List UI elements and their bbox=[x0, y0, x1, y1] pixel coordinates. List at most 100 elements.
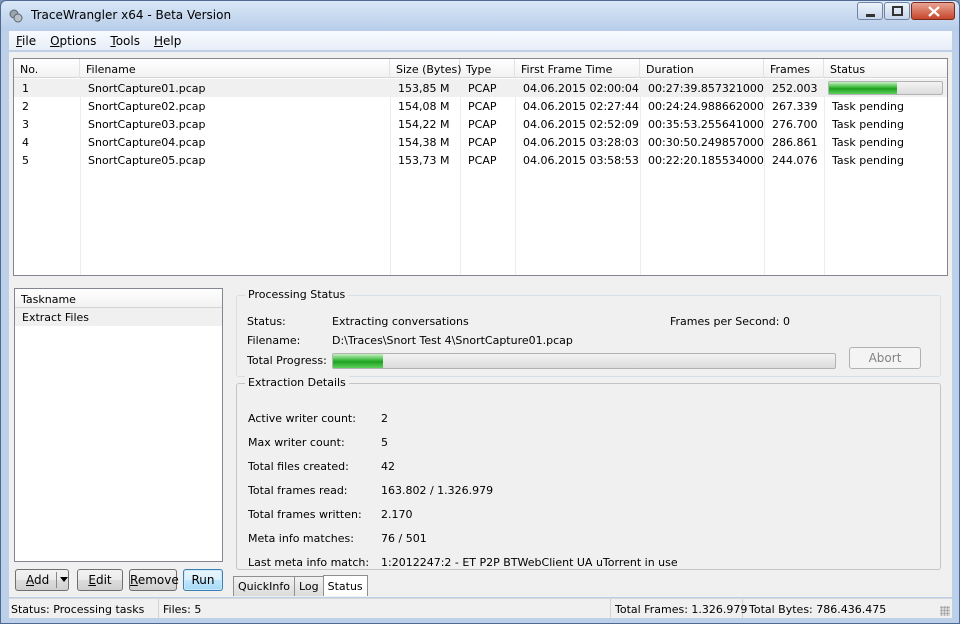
max-writer-count-value: 5 bbox=[381, 436, 388, 449]
row-progress-fill bbox=[829, 82, 897, 94]
task-item-extract-files[interactable]: Extract Files bbox=[15, 308, 222, 326]
cell-first-frame-time: 04.06.2015 03:58:53 bbox=[523, 154, 639, 167]
total-progress-bar bbox=[332, 353, 836, 369]
edit-button[interactable]: Edit bbox=[77, 569, 123, 591]
minimize-button[interactable] bbox=[857, 2, 883, 20]
cell-duration: 00:27:39.857321000 bbox=[648, 82, 764, 95]
cell-first-frame-time: 04.06.2015 02:27:44 bbox=[523, 100, 639, 113]
fps-label: Frames per Second: bbox=[670, 315, 780, 328]
filename-label: Filename: bbox=[247, 334, 301, 347]
last-meta-info-match-label: Last meta info match: bbox=[248, 556, 370, 569]
title-bar[interactable]: TraceWrangler x64 - Beta Version bbox=[1, 1, 959, 31]
cell-first-frame-time: 04.06.2015 02:52:09 bbox=[523, 118, 639, 131]
cell-filename: SnortCapture02.pcap bbox=[88, 100, 206, 113]
task-list[interactable]: Taskname Extract Files bbox=[14, 288, 223, 562]
column-header-type[interactable]: Type bbox=[460, 59, 515, 78]
last-meta-info-match-value: 1:2012247:2 - ET P2P BTWebClient UA uTor… bbox=[381, 556, 678, 569]
tab-status[interactable]: Status bbox=[322, 575, 368, 596]
cell-frames: 244.076 bbox=[772, 154, 818, 167]
cell-filename: SnortCapture03.pcap bbox=[88, 118, 206, 131]
filename-value: D:\Traces\Snort Test 4\SnortCapture01.pc… bbox=[332, 334, 573, 347]
table-row[interactable]: 2 SnortCapture02.pcap 154,08 M PCAP 04.0… bbox=[14, 97, 947, 115]
cell-filename: SnortCapture01.pcap bbox=[88, 82, 206, 95]
cell-type: PCAP bbox=[468, 136, 497, 149]
row-progress-bar bbox=[828, 81, 943, 95]
files-count: Files: 5 bbox=[161, 599, 611, 619]
cell-frames: 276.700 bbox=[772, 118, 818, 131]
add-button[interactable]: Add bbox=[15, 569, 69, 591]
cell-type: PCAP bbox=[468, 154, 497, 167]
tab-quickinfo[interactable]: QuickInfo bbox=[233, 576, 295, 596]
active-writer-count-label: Active writer count: bbox=[248, 412, 356, 425]
total-frames-written-label: Total frames written: bbox=[248, 508, 362, 521]
total-files-created-value: 42 bbox=[381, 460, 395, 473]
window-title: TraceWrangler x64 - Beta Version bbox=[31, 8, 232, 22]
tab-log[interactable]: Log bbox=[293, 576, 324, 596]
file-table[interactable]: No. Filename Size (Bytes) Type First Fra… bbox=[13, 58, 948, 276]
table-row[interactable]: 3 SnortCapture03.pcap 154,22 M PCAP 04.0… bbox=[14, 115, 947, 133]
dropdown-arrow-icon[interactable] bbox=[60, 577, 68, 582]
total-bytes: Total Bytes: 786.436.475 bbox=[749, 603, 887, 616]
cell-size: 153,73 M bbox=[398, 154, 450, 167]
meta-info-matches-label: Meta info matches: bbox=[248, 532, 354, 545]
menu-options[interactable]: Options bbox=[43, 31, 103, 50]
cell-frames: 286.861 bbox=[772, 136, 818, 149]
status-bar: Status: Processing tasks Files: 5 Total … bbox=[9, 598, 952, 619]
cell-no: 4 bbox=[22, 136, 29, 149]
extraction-details-title: Extraction Details bbox=[245, 376, 349, 389]
menu-bar: File Options Tools Help bbox=[9, 31, 952, 51]
table-row[interactable]: 1 SnortCapture01.pcap 153,85 M PCAP 04.0… bbox=[14, 79, 947, 97]
cell-frames: 252.003 bbox=[772, 82, 818, 95]
menu-help[interactable]: Help bbox=[147, 31, 188, 50]
cell-size: 154,08 M bbox=[398, 100, 450, 113]
total-frames-written-value: 2.170 bbox=[381, 508, 413, 521]
total-progress-fill bbox=[333, 354, 384, 368]
run-button[interactable]: Run bbox=[183, 569, 223, 591]
cell-duration: 00:35:53.255641000 bbox=[648, 118, 764, 131]
menu-tools[interactable]: Tools bbox=[103, 31, 147, 50]
close-button[interactable] bbox=[911, 2, 955, 20]
app-icon bbox=[9, 9, 23, 23]
cell-duration: 00:30:50.249857000 bbox=[648, 136, 764, 149]
column-header-duration[interactable]: Duration bbox=[640, 59, 764, 78]
cell-duration: 00:24:24.988662000 bbox=[648, 100, 764, 113]
resize-grip[interactable] bbox=[940, 606, 950, 616]
max-writer-count-label: Max writer count: bbox=[248, 436, 345, 449]
cell-first-frame-time: 04.06.2015 02:00:04 bbox=[523, 82, 639, 95]
total-files-created-label: Total files created: bbox=[248, 460, 349, 473]
column-header-frames[interactable]: Frames bbox=[764, 59, 824, 78]
table-row[interactable]: 5 SnortCapture05.pcap 153,73 M PCAP 04.0… bbox=[14, 151, 947, 169]
status-label: Status: bbox=[247, 315, 286, 328]
cell-type: PCAP bbox=[468, 82, 497, 95]
cell-status: Task pending bbox=[832, 154, 904, 167]
cell-status: Task pending bbox=[832, 100, 904, 113]
column-header-size[interactable]: Size (Bytes) bbox=[390, 59, 462, 78]
table-row[interactable]: 4 SnortCapture04.pcap 154,38 M PCAP 04.0… bbox=[14, 133, 947, 151]
cell-size: 154,22 M bbox=[398, 118, 450, 131]
column-header-status[interactable]: Status bbox=[824, 59, 947, 78]
menu-file[interactable]: File bbox=[9, 31, 43, 50]
task-list-header[interactable]: Taskname bbox=[15, 289, 222, 308]
cell-frames: 267.339 bbox=[772, 100, 818, 113]
processing-status-title: Processing Status bbox=[245, 288, 349, 301]
total-frames-read-label: Total frames read: bbox=[248, 484, 348, 497]
cell-duration: 00:22:20.185534000 bbox=[648, 154, 764, 167]
cell-status: Task pending bbox=[832, 118, 904, 131]
maximize-button[interactable] bbox=[884, 2, 910, 20]
remove-button[interactable]: Remove bbox=[129, 569, 179, 591]
extraction-details-group: Extraction Details Active writer count: … bbox=[236, 376, 941, 570]
processing-status-group: Processing Status Status: Extracting con… bbox=[236, 288, 941, 377]
fps-value: 0 bbox=[783, 315, 790, 328]
cell-no: 1 bbox=[22, 82, 29, 95]
column-header-no[interactable]: No. bbox=[14, 59, 80, 78]
column-header-filename[interactable]: Filename bbox=[80, 59, 390, 78]
cell-no: 2 bbox=[22, 100, 29, 113]
total-frames-read-value: 163.802 / 1.326.979 bbox=[381, 484, 494, 497]
column-header-first-frame-time[interactable]: First Frame Time bbox=[515, 59, 640, 78]
active-writer-count-value: 2 bbox=[381, 412, 388, 425]
status-text: Status: Processing tasks bbox=[9, 599, 159, 619]
cell-no: 3 bbox=[22, 118, 29, 131]
maximize-icon bbox=[892, 6, 903, 16]
abort-button[interactable]: Abort bbox=[849, 347, 921, 369]
cell-filename: SnortCapture05.pcap bbox=[88, 154, 206, 167]
